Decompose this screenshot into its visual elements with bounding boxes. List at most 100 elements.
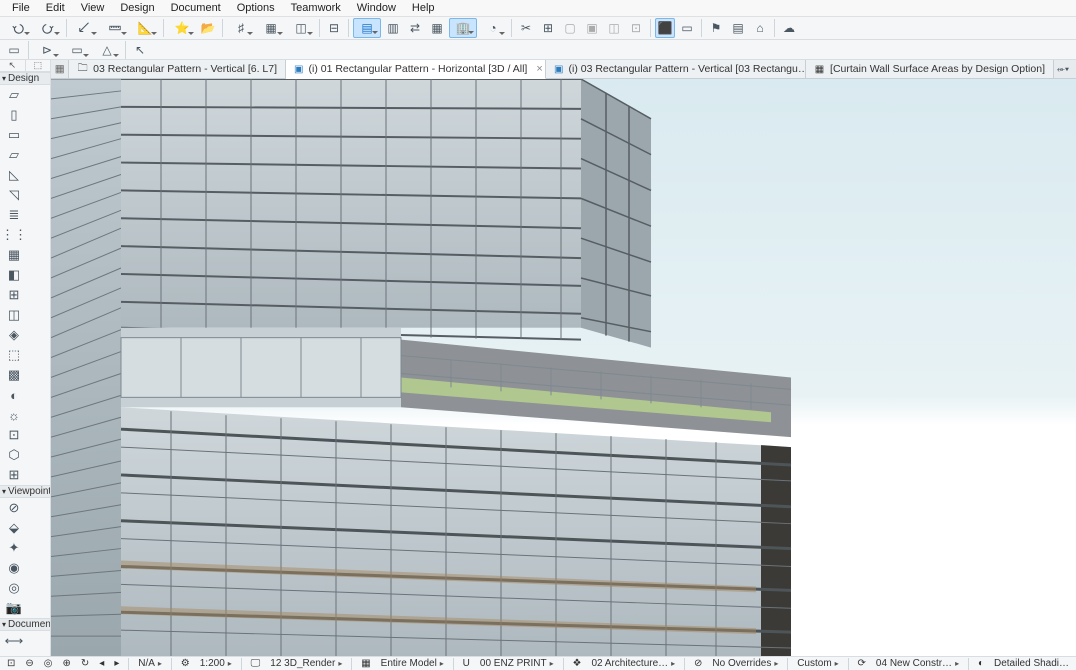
tab-plan-view[interactable]: 🗀 03 Rectangular Pattern - Vertical [6. …: [69, 60, 286, 78]
penset-icon[interactable]: U: [460, 658, 473, 669]
overrides-icon[interactable]: ⊘: [691, 658, 705, 669]
stair-tool-icon[interactable]: ≣: [0, 205, 28, 225]
roof-tool-icon[interactable]: ◺: [0, 165, 28, 185]
trace-swap-button[interactable]: ⇄: [405, 18, 425, 38]
marquee-tool[interactable]: ⬚: [26, 60, 51, 72]
ruler-button[interactable]: [101, 18, 129, 38]
scale-field[interactable]: 1:200▸: [197, 658, 235, 669]
opening-tool-icon[interactable]: ⊡: [0, 425, 28, 445]
camera-tool-icon[interactable]: 📷: [0, 598, 28, 618]
section-tool-icon[interactable]: ⊘: [0, 498, 28, 518]
menu-edit[interactable]: Edit: [38, 1, 73, 15]
menu-teamwork[interactable]: Teamwork: [283, 1, 349, 15]
profile-tool-icon[interactable]: ⬡: [0, 445, 28, 465]
menu-view[interactable]: View: [73, 1, 113, 15]
flag-button[interactable]: ⚑: [706, 18, 726, 38]
zoom-in-button[interactable]: ⊕: [60, 658, 74, 669]
suspend-groups-button[interactable]: ⊟: [324, 18, 344, 38]
arrow-tool[interactable]: ↖: [0, 60, 26, 72]
penset-field[interactable]: 00 ENZ PRINT▸: [477, 658, 557, 669]
renovation-icon[interactable]: ⟳: [855, 658, 869, 669]
window-tool-icon[interactable]: ⊞: [0, 285, 28, 305]
palette-section-design[interactable]: ▾Design: [0, 72, 50, 85]
shell-tool-icon[interactable]: ◹: [0, 185, 28, 205]
menu-document[interactable]: Document: [163, 1, 229, 15]
home-button[interactable]: ⌂: [750, 18, 770, 38]
grid-toggle-button[interactable]: ▦: [257, 18, 285, 38]
slab-tool-icon[interactable]: ▱: [0, 145, 28, 165]
3d-window-button[interactable]: ⬛: [655, 18, 675, 38]
shading-field[interactable]: Detailed Shadi…: [991, 658, 1072, 669]
orbit-button[interactable]: ↻: [78, 658, 92, 669]
worksheet-tool-icon[interactable]: ◉: [0, 558, 28, 578]
teamwork-button[interactable]: ☁: [779, 18, 799, 38]
section-c-button[interactable]: ◫: [604, 18, 624, 38]
undo-button[interactable]: [4, 18, 32, 38]
model-view-button[interactable]: 🏢: [449, 18, 477, 38]
beam-tool-icon[interactable]: ▭: [0, 125, 28, 145]
grid-snap-button[interactable]: ♯: [227, 18, 255, 38]
trace-reference-button[interactable]: ▤: [353, 18, 381, 38]
palette-section-viewpoint[interactable]: ▾Viewpoint: [0, 485, 50, 498]
trace-toggle-button[interactable]: ▥: [383, 18, 403, 38]
renovation-field[interactable]: 04 New Constr…▸: [873, 658, 962, 669]
view-icon[interactable]: 🖵: [248, 658, 264, 669]
object-tool-icon[interactable]: ◈: [0, 325, 28, 345]
elevation-tool-icon[interactable]: ⬙: [0, 518, 28, 538]
redo-button[interactable]: [34, 18, 62, 38]
shading-icon[interactable]: ◐: [975, 658, 987, 669]
floorplan-button[interactable]: ▭: [677, 18, 697, 38]
zoom-100-button[interactable]: ◎: [41, 658, 56, 669]
layers-field[interactable]: 02 Architecture…▸: [588, 658, 678, 669]
distance-guide-button[interactable]: [71, 18, 99, 38]
favorites-button[interactable]: ⭐: [168, 18, 196, 38]
menu-help[interactable]: Help: [404, 1, 443, 15]
curtainwall-tool-icon[interactable]: ▦: [0, 245, 28, 265]
measure-button[interactable]: 📐: [131, 18, 159, 38]
level-dim-tool-icon[interactable]: ⊕: [0, 651, 28, 656]
interior-elev-tool-icon[interactable]: ✦: [0, 538, 28, 558]
open-file-button[interactable]: 📂: [198, 18, 218, 38]
section-b-button[interactable]: ▣: [582, 18, 602, 38]
prev-view-button[interactable]: ◂: [96, 658, 107, 669]
snap-guides-button[interactable]: ◫: [287, 18, 315, 38]
zone-tool-icon[interactable]: ⬚: [0, 345, 28, 365]
zoom-fit-button[interactable]: ⊡: [4, 658, 18, 669]
tab-overflow-button[interactable]: ⬰▾: [1054, 59, 1072, 79]
trace-align-button[interactable]: ▦: [427, 18, 447, 38]
menu-options[interactable]: Options: [229, 1, 283, 15]
tab-list-button[interactable]: ▦: [51, 60, 69, 78]
overrides-field[interactable]: No Overrides▸: [709, 658, 781, 669]
na-field[interactable]: N/A▸: [135, 658, 165, 669]
publish-button[interactable]: ▤: [728, 18, 748, 38]
skylight-tool-icon[interactable]: ◫: [0, 305, 28, 325]
geometry-a-button[interactable]: ⊳: [33, 40, 61, 60]
mesh-tool-icon[interactable]: ▩: [0, 365, 28, 385]
layers-icon[interactable]: ❖: [569, 658, 584, 669]
close-icon[interactable]: ×: [536, 63, 542, 75]
view-name-field[interactable]: 12 3D_Render▸: [267, 658, 345, 669]
settings-icon[interactable]: ⚙: [178, 658, 193, 669]
zoom-field[interactable]: Custom▸: [794, 658, 841, 669]
railing-tool-icon[interactable]: ⋮⋮: [0, 225, 28, 245]
geometry-c-button[interactable]: △: [93, 40, 121, 60]
menu-window[interactable]: Window: [349, 1, 404, 15]
grid-tool-icon[interactable]: ⊞: [0, 465, 28, 485]
tab-3d-horizontal[interactable]: ▣ (i) 01 Rectangular Pattern - Horizonta…: [286, 60, 546, 79]
3d-viewport[interactable]: [51, 79, 1076, 656]
cutplane-button[interactable]: ◔: [479, 18, 507, 38]
model-field[interactable]: Entire Model▸: [378, 658, 447, 669]
menu-design[interactable]: Design: [112, 1, 162, 15]
zoom-out-button[interactable]: ⊖: [22, 658, 36, 669]
arrow-tool-button[interactable]: ↖: [130, 40, 150, 60]
morph-tool-icon[interactable]: ◐: [0, 385, 28, 405]
tab-3d-vertical[interactable]: ▣ (i) 03 Rectangular Pattern - Vertical …: [546, 60, 806, 78]
dimension-tool-icon[interactable]: ⟷: [0, 631, 28, 651]
marquee-button[interactable]: ⊞: [538, 18, 558, 38]
column-tool-icon[interactable]: ▯: [0, 105, 28, 125]
tab-schedule[interactable]: ▦ [Curtain Wall Surface Areas by Design …: [806, 60, 1054, 78]
section-d-button[interactable]: ⊡: [626, 18, 646, 38]
default-settings-button[interactable]: ▭: [4, 40, 24, 60]
lamp-tool-icon[interactable]: ☼: [0, 405, 28, 425]
show-hide-button[interactable]: ✂: [516, 18, 536, 38]
